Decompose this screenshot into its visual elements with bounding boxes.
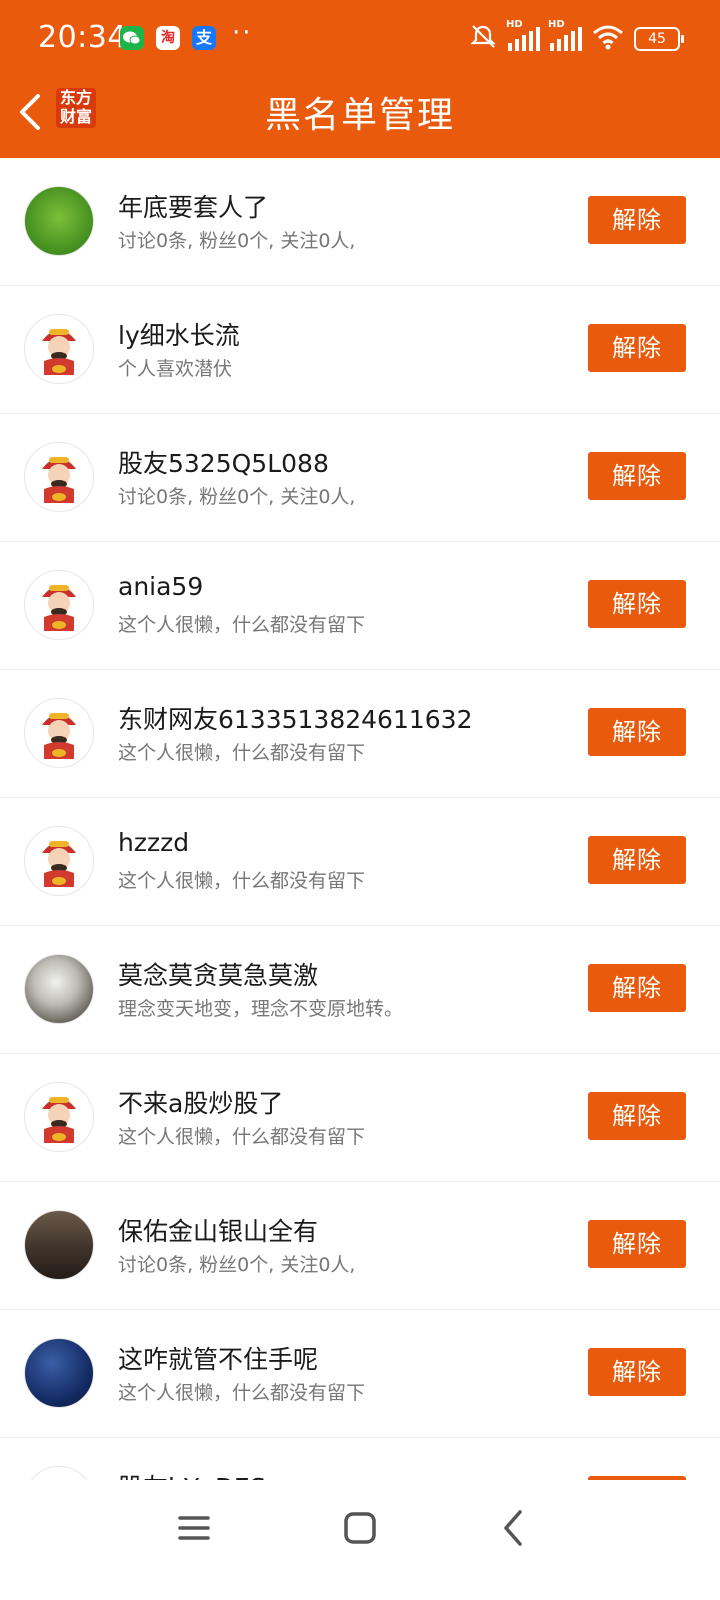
user-name: 不来a股炒股了 (118, 1089, 284, 1118)
unblock-button[interactable]: 解除 (588, 324, 686, 372)
unblock-button[interactable]: 解除 (588, 836, 686, 884)
list-item: 股友5325Q5L088 讨论0条, 粉丝0个, 关注0人, 解除 (0, 414, 720, 542)
user-bio: 这个人很懒，什么都没有留下 (118, 1126, 366, 1148)
list-item: ania59 这个人很懒，什么都没有留下 解除 (0, 542, 720, 670)
user-name: 保佑金山银山全有 (118, 1217, 319, 1246)
user-name: 年底要套人了 (118, 193, 269, 222)
list-item: 不来a股炒股了 这个人很懒，什么都没有留下 解除 (0, 1054, 720, 1182)
mist-avatar[interactable] (24, 954, 94, 1024)
unblock-button[interactable]: 解除 (588, 708, 686, 756)
mascot-avatar[interactable] (24, 442, 94, 512)
list-item: 保佑金山银山全有 讨论0条, 粉丝0个, 关注0人, 解除 (0, 1182, 720, 1310)
mascot-avatar[interactable] (24, 826, 94, 896)
page-title: 黑名单管理 (264, 95, 455, 136)
user-bio: 这个人很懒，什么都没有留下 (118, 870, 366, 892)
photo-avatar[interactable] (24, 1210, 94, 1280)
field-avatar[interactable] (24, 186, 94, 256)
unblock-button[interactable]: 解除 (588, 580, 686, 628)
menu-icon[interactable] (170, 1504, 218, 1552)
back-icon[interactable] (490, 1504, 538, 1552)
unblock-button[interactable]: 解除 (588, 196, 686, 244)
taobao-icon: 淘 (156, 26, 180, 50)
unblock-button[interactable]: 解除 (588, 1092, 686, 1140)
wechat-icon (120, 26, 144, 50)
list-item: 这咋就管不住手呢 这个人很懒，什么都没有留下 解除 (0, 1310, 720, 1438)
list-item: ly细水长流 个人喜欢潜伏 解除 (0, 286, 720, 414)
night-avatar[interactable] (24, 1338, 94, 1408)
mute-bell-icon (468, 23, 498, 55)
user-name: 东财网友6133513824611632 (118, 705, 473, 734)
user-bio: 这个人很懒，什么都没有留下 (118, 742, 366, 764)
user-bio: 个人喜欢潜伏 (118, 358, 233, 380)
mascot-avatar[interactable] (24, 314, 94, 384)
unblock-button[interactable]: 解除 (588, 1348, 686, 1396)
blacklist: 年底要套人了 讨论0条, 粉丝0个, 关注0人, 解除 ly细水长流 个人喜欢潜… (0, 158, 720, 1502)
navigation-bar (0, 1480, 720, 1600)
alipay-icon: 支 (192, 26, 216, 50)
status-time: 20:34 (38, 20, 127, 55)
user-name: 莫念莫贪莫急莫激 (118, 961, 319, 990)
user-bio: 这个人很懒，什么都没有留下 (118, 614, 366, 636)
signal-1-icon: HD (506, 19, 540, 51)
mascot-avatar[interactable] (24, 1082, 94, 1152)
user-name: hzzzd (118, 828, 190, 857)
unblock-button[interactable]: 解除 (588, 452, 686, 500)
more-notifications-icon: ·· (232, 18, 253, 48)
user-name: 这咋就管不住手呢 (118, 1345, 319, 1374)
list-item: hzzzd 这个人很懒，什么都没有留下 解除 (0, 798, 720, 926)
user-bio: 理念变天地变，理念不变原地转。 (118, 998, 404, 1020)
user-bio: 讨论0条, 粉丝0个, 关注0人, (118, 486, 356, 508)
status-bar: 20:34 淘 支 ·· HD HD 45 (0, 0, 720, 78)
user-bio: 讨论0条, 粉丝0个, 关注0人, (118, 1254, 356, 1276)
list-item: 年底要套人了 讨论0条, 粉丝0个, 关注0人, 解除 (0, 158, 720, 286)
unblock-button[interactable]: 解除 (588, 964, 686, 1012)
user-name: 股友5325Q5L088 (118, 449, 329, 478)
list-item: 莫念莫贪莫急莫激 理念变天地变，理念不变原地转。 解除 (0, 926, 720, 1054)
user-name: ly细水长流 (118, 321, 240, 350)
signal-2-icon: HD (548, 19, 582, 51)
mascot-avatar[interactable] (24, 698, 94, 768)
mascot-avatar[interactable] (24, 570, 94, 640)
home-icon[interactable] (336, 1504, 384, 1552)
user-bio: 这个人很懒，什么都没有留下 (118, 1382, 366, 1404)
wifi-icon (592, 24, 624, 54)
status-right-cluster: HD HD 45 (468, 19, 684, 56)
list-item: 东财网友6133513824611632 这个人很懒，什么都没有留下 解除 (0, 670, 720, 798)
app-header: 东方财富 黑名单管理 (0, 78, 720, 158)
user-bio: 讨论0条, 粉丝0个, 关注0人, (118, 230, 356, 252)
battery-icon: 45 (634, 27, 684, 51)
unblock-button[interactable]: 解除 (588, 1220, 686, 1268)
user-name: ania59 (118, 572, 204, 601)
